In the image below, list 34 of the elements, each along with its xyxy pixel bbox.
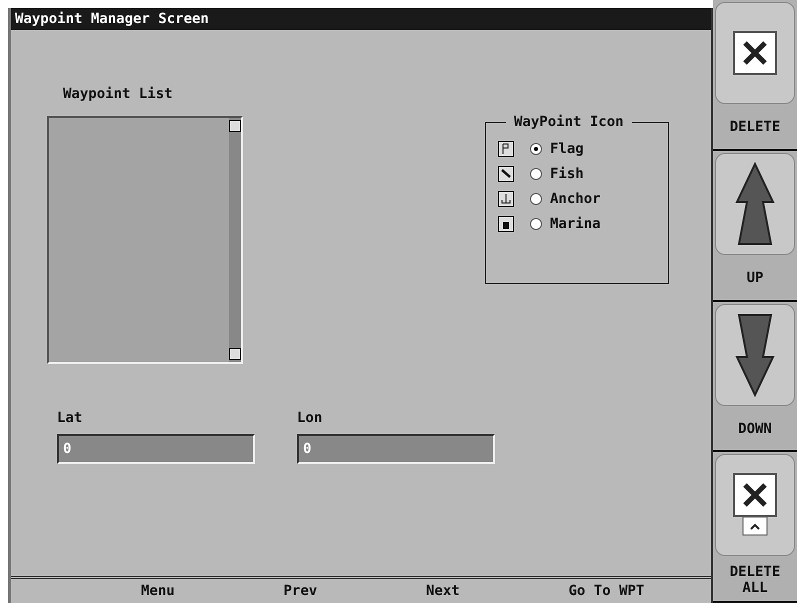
scroll-bar[interactable] (229, 118, 241, 362)
radio-label: Marina (550, 216, 601, 232)
footer-button[interactable]: Prev (284, 583, 426, 599)
field-label: Lon (297, 410, 324, 426)
footer-button[interactable]: Next (426, 583, 568, 599)
flag-icon (498, 140, 514, 156)
marina-icon (498, 216, 514, 232)
side-button[interactable]: DELETE ALL (713, 452, 797, 603)
radio-label: Fish (550, 166, 584, 182)
down-arrow-icon (733, 312, 777, 396)
footer-button[interactable]: Menu (141, 583, 284, 599)
radio-label: Flag (550, 140, 584, 156)
side-button[interactable]: DOWN (713, 302, 797, 452)
footer-button[interactable]: Go To WPT (568, 583, 711, 599)
scroll-up-icon[interactable] (229, 120, 241, 132)
up-arrow-icon (733, 162, 777, 246)
radio-label: Anchor (550, 190, 601, 206)
field-label: Lat (57, 410, 84, 426)
side-button[interactable]: DELETE (713, 0, 797, 151)
anchor-icon (498, 190, 514, 206)
group-title: WayPoint Icon (513, 114, 625, 130)
coordinate-field[interactable]: 0 (57, 434, 255, 464)
coordinate-field[interactable]: 0 (297, 434, 495, 464)
scroll-down-icon[interactable] (229, 348, 241, 360)
radio-button[interactable] (530, 142, 542, 154)
window-title: Waypoint Manager Screen (11, 8, 711, 30)
list-label: Waypoint List (63, 86, 174, 102)
radio-button[interactable] (530, 192, 542, 204)
fish-icon (498, 166, 514, 182)
radio-button[interactable] (530, 168, 542, 180)
side-button[interactable]: UP (713, 150, 797, 302)
close-icon (733, 31, 777, 75)
radio-button[interactable] (530, 218, 542, 230)
delete-all-icon (733, 473, 777, 538)
